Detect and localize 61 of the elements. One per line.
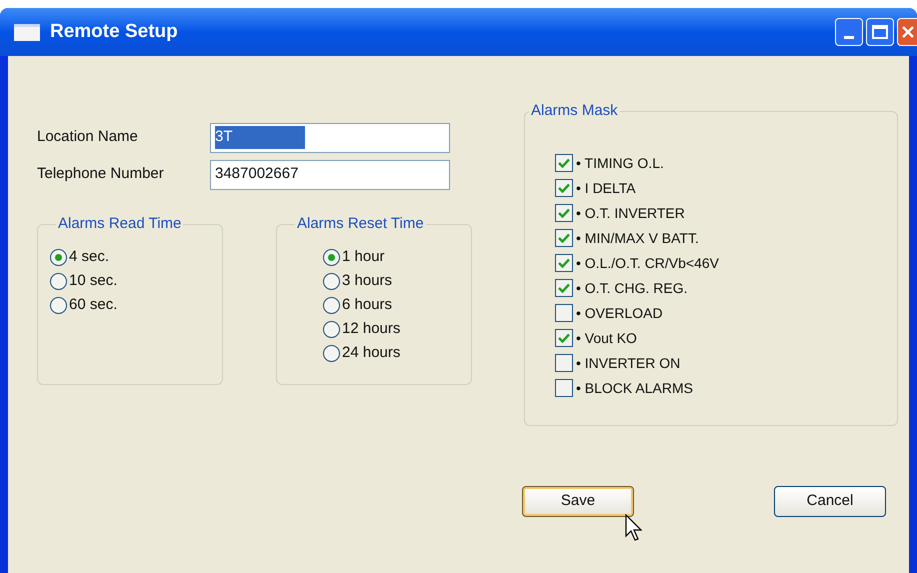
radio-label: 10 sec. — [69, 271, 118, 292]
check-icon — [558, 283, 570, 293]
checkbox-label: • Vout KO — [576, 328, 637, 348]
minimize-icon — [844, 36, 854, 39]
checkbox-label: • O.T. INVERTER — [576, 204, 685, 222]
checkbox-label: • BLOCK ALARMS — [576, 378, 693, 398]
checkbox[interactable] — [555, 379, 573, 397]
window-title: Remote Setup — [50, 20, 179, 44]
group-title: Alarms Reset Time — [296, 214, 425, 234]
checkbox[interactable] — [555, 154, 573, 172]
check-icon — [558, 183, 570, 193]
maximize-icon — [872, 25, 888, 39]
checkbox-label: • O.L./O.T. CR/Vb<46V — [576, 254, 720, 272]
radio-button[interactable] — [50, 273, 67, 290]
dialog-button[interactable]: Cancel — [774, 486, 886, 517]
radio-label: 1 hour — [342, 247, 385, 268]
group-title: Alarms Read Time — [57, 214, 182, 234]
checkbox-label: • MIN/MAX V BATT. — [576, 228, 699, 248]
mouse-pointer-icon — [625, 514, 643, 542]
maximize-button[interactable] — [866, 18, 894, 46]
check-icon — [558, 208, 570, 218]
radio-label: 24 hours — [342, 343, 400, 364]
radio-button[interactable] — [50, 249, 67, 266]
radio-button[interactable] — [323, 321, 340, 338]
check-icon — [558, 333, 570, 343]
radio-label: 4 sec. — [69, 247, 110, 268]
input-field[interactable]: 3T — [210, 122, 450, 152]
minimize-button[interactable] — [835, 18, 863, 46]
radio-button[interactable] — [50, 297, 67, 314]
checkbox-label: • O.T. CHG. REG. — [576, 278, 688, 298]
check-icon — [558, 258, 570, 268]
check-icon — [558, 233, 570, 243]
radio-label: 12 hours — [342, 319, 400, 340]
close-button[interactable] — [897, 18, 917, 46]
group-title: Alarms Mask — [530, 101, 619, 121]
radio-button[interactable] — [323, 249, 340, 266]
checkbox[interactable] — [555, 179, 573, 197]
radio-label: 3 hours — [342, 271, 392, 292]
dialog-button[interactable]: Save — [522, 486, 634, 517]
checkbox[interactable] — [555, 304, 573, 322]
check-icon — [558, 158, 570, 168]
input-field[interactable]: 3487002667 — [210, 160, 450, 190]
close-icon — [901, 25, 915, 39]
radio-label: 60 sec. — [69, 295, 118, 316]
checkbox-label: • TIMING O.L. — [576, 154, 664, 172]
checkbox-label: • INVERTER ON — [576, 354, 680, 372]
checkbox-label: • OVERLOAD — [576, 304, 663, 322]
checkbox[interactable] — [555, 229, 573, 247]
radio-button[interactable] — [323, 273, 340, 290]
field-label: Telephone Number — [37, 164, 165, 184]
checkbox[interactable] — [555, 204, 573, 222]
checkbox[interactable] — [555, 279, 573, 297]
radio-button[interactable] — [323, 345, 340, 362]
checkbox[interactable] — [555, 329, 573, 347]
checkbox[interactable] — [555, 354, 573, 372]
radio-button[interactable] — [323, 297, 340, 314]
checkbox[interactable] — [555, 254, 573, 272]
field-label: Location Name — [37, 127, 139, 148]
window-icon — [14, 24, 40, 40]
checkbox-label: • I DELTA — [576, 178, 636, 198]
radio-label: 6 hours — [342, 295, 392, 316]
